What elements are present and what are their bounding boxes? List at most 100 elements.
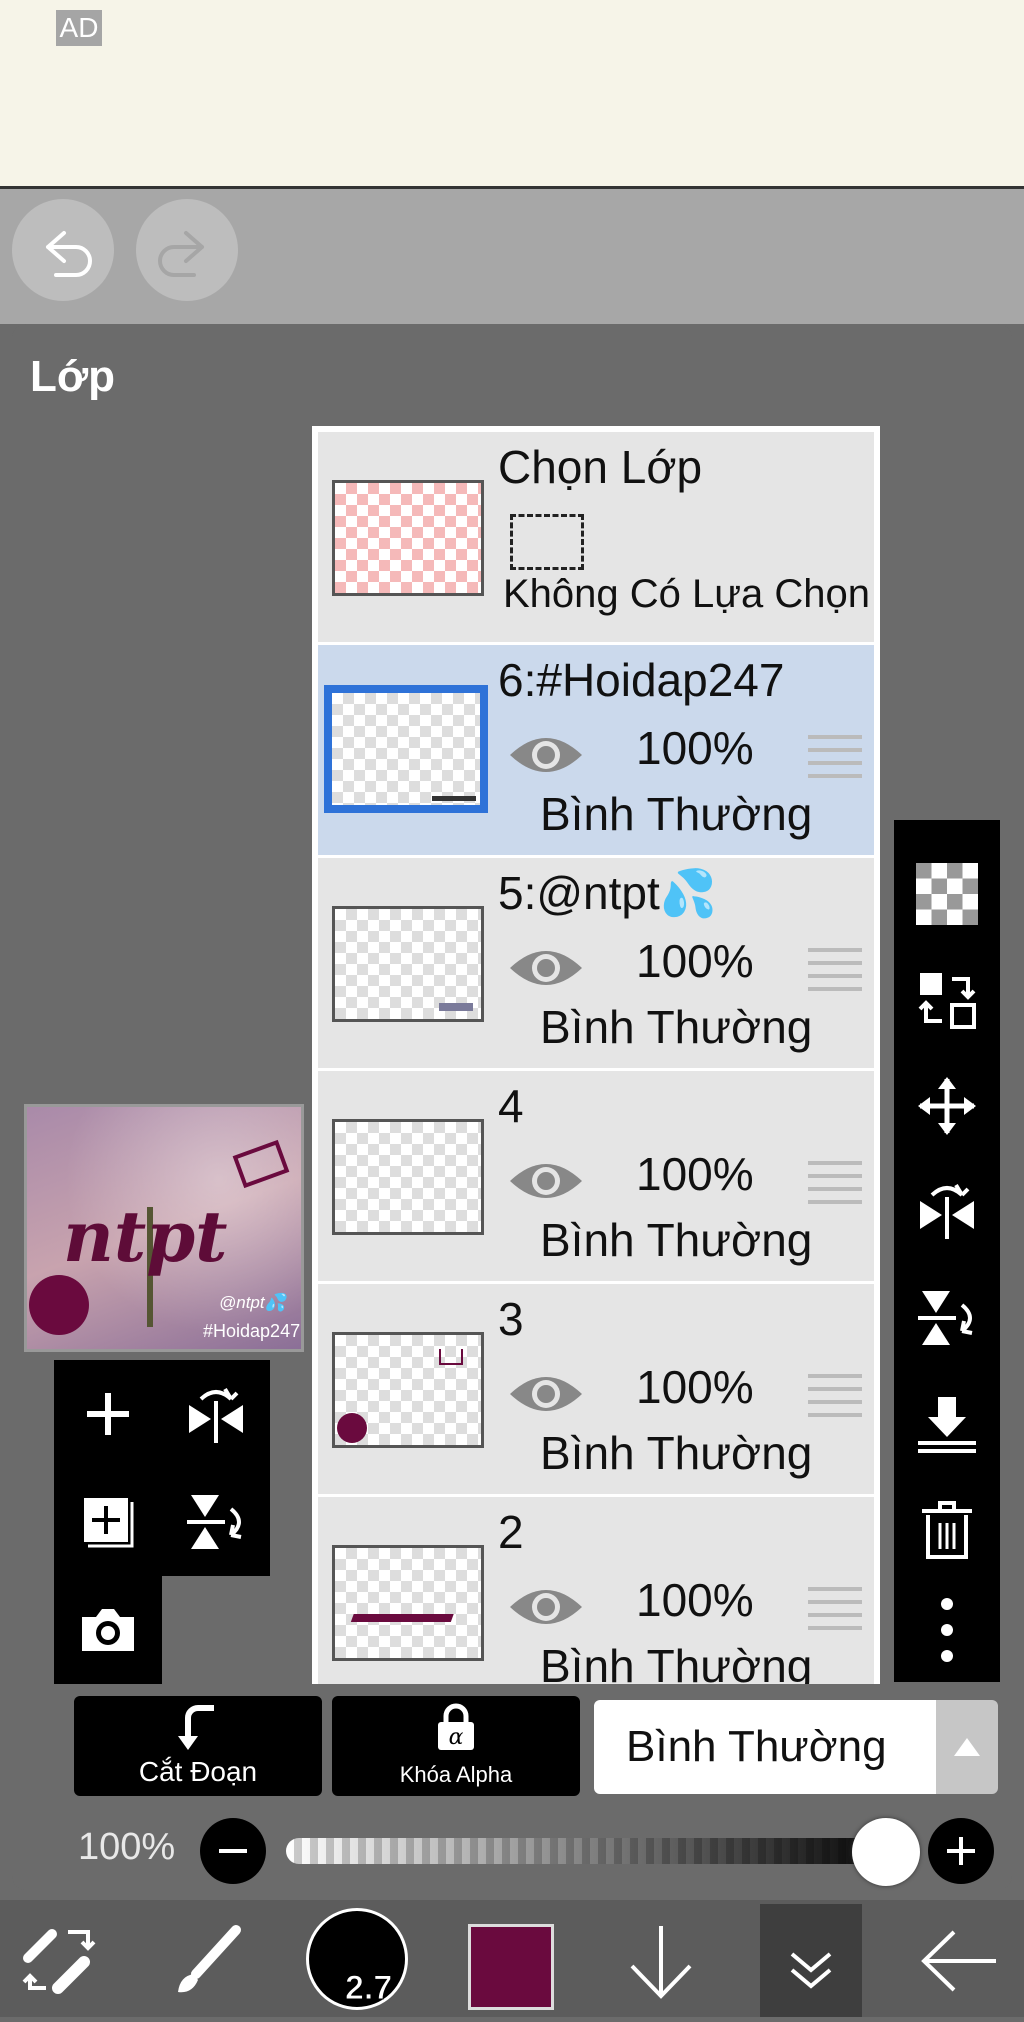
layer-thumbnail xyxy=(332,1119,484,1235)
visibility-eye-icon[interactable] xyxy=(506,1364,586,1424)
back-button[interactable] xyxy=(916,1918,1002,2004)
visibility-eye-icon[interactable] xyxy=(506,725,586,785)
duplicate-layer-button[interactable] xyxy=(54,1468,162,1576)
add-layer-button[interactable] xyxy=(54,1360,162,1468)
drag-handle-icon[interactable] xyxy=(808,948,862,1000)
merge-down-icon xyxy=(918,1397,976,1453)
svg-text:α: α xyxy=(449,1725,464,1750)
transparent-layer-button[interactable] xyxy=(894,844,1000,944)
ad-banner[interactable]: AD xyxy=(0,0,1024,189)
alpha-lock-button[interactable]: α Khóa Alpha xyxy=(332,1696,580,1796)
more-vertical-icon xyxy=(941,1598,953,1662)
blend-mode-dropdown-button[interactable] xyxy=(936,1700,998,1794)
layer-name: 4 xyxy=(498,1080,524,1132)
selection-marquee-icon xyxy=(510,514,584,570)
alpha-lock-label: Khóa Alpha xyxy=(399,1762,513,1787)
merge-down-button[interactable] xyxy=(894,1374,1000,1474)
layer-thumbnail xyxy=(332,1545,484,1661)
drag-handle-icon[interactable] xyxy=(808,735,862,787)
layer-blend-mode: Bình Thường xyxy=(540,1640,813,1684)
redo-button[interactable] xyxy=(136,199,238,301)
layer-name: 6:#Hoidap247 xyxy=(498,654,785,706)
preview-main-text: ntpt xyxy=(63,1195,228,1278)
transform-tool-button[interactable] xyxy=(18,1918,104,2004)
flip-vertical-button[interactable] xyxy=(162,1468,270,1576)
plus-icon xyxy=(87,1393,129,1435)
clipping-label: Cắt Đoạn xyxy=(138,1756,258,1787)
layer-row[interactable]: 4 100% Bình Thường xyxy=(318,1071,874,1284)
layer-row[interactable]: 3 100% Bình Thường xyxy=(318,1284,874,1497)
camera-button[interactable] xyxy=(54,1576,162,1684)
layer-actions-box xyxy=(54,1360,270,1576)
flip-horizontal-button[interactable] xyxy=(162,1360,270,1468)
redo-icon xyxy=(158,231,204,277)
drag-handle-icon[interactable] xyxy=(808,1161,862,1213)
layer-blend-mode: Bình Thường xyxy=(540,1427,813,1479)
brush-tool-button[interactable] xyxy=(166,1918,252,2004)
layer-name: 2 xyxy=(498,1506,524,1558)
duplicate-icon xyxy=(84,1498,134,1548)
layer-list[interactable]: Chọn Lớp Không Có Lựa Chọn 6:#Hoidap247 … xyxy=(312,426,880,1684)
preview-user-text: @ntpt💦 xyxy=(219,1293,286,1312)
layer-down-button[interactable] xyxy=(618,1918,704,2004)
triangle-up-icon xyxy=(954,1738,980,1756)
layer-name: 3 xyxy=(498,1293,524,1345)
opacity-decrease-button[interactable] xyxy=(200,1818,266,1884)
layer-thumbnail xyxy=(324,685,488,813)
layer-blend-mode: Bình Thường xyxy=(540,1001,813,1053)
flip-vertical-button[interactable] xyxy=(894,1268,1000,1368)
layers-toggle-button[interactable] xyxy=(760,1904,862,2017)
brush-size-value: 2.7 xyxy=(344,1969,393,2008)
flip-horizontal-button[interactable] xyxy=(894,1162,1000,1262)
selection-thumbnail xyxy=(332,480,484,596)
brush-size-button[interactable]: 2.7 xyxy=(306,1908,408,2010)
flip-vertical-icon xyxy=(187,1495,242,1549)
layer-opacity: 100% xyxy=(636,1574,754,1626)
layer-row[interactable]: 5:@ntpt💦 100% Bình Thường xyxy=(318,858,874,1071)
flip-horizontal-icon xyxy=(189,1387,243,1443)
brush-icon xyxy=(178,1925,241,1993)
layer-opacity: 100% xyxy=(636,935,754,987)
layer-blend-mode: Bình Thường xyxy=(540,788,813,840)
layer-row[interactable]: 6:#Hoidap247 100% Bình Thường xyxy=(318,645,874,858)
layer-opacity: 100% xyxy=(636,722,754,774)
color-swatch-button[interactable] xyxy=(468,1924,554,2010)
swap-layer-button[interactable] xyxy=(894,950,1000,1050)
undo-button[interactable] xyxy=(12,199,114,301)
minus-icon xyxy=(219,1849,247,1853)
layer-blend-mode: Bình Thường xyxy=(540,1214,813,1266)
layer-row[interactable]: 2 100% Bình Thường xyxy=(318,1497,874,1684)
move-button[interactable] xyxy=(894,1056,1000,1156)
opacity-slider-handle[interactable] xyxy=(852,1818,920,1886)
opacity-increase-button[interactable] xyxy=(928,1818,994,1884)
more-options-button[interactable] xyxy=(894,1580,1000,1680)
opacity-slider-track[interactable] xyxy=(286,1838,900,1864)
visibility-eye-icon[interactable] xyxy=(506,1577,586,1637)
layer-tools-toolbar xyxy=(894,820,1000,1682)
arrow-left-icon xyxy=(921,1930,996,1992)
selection-layer-row[interactable]: Chọn Lớp Không Có Lựa Chọn xyxy=(318,432,874,645)
drag-handle-icon[interactable] xyxy=(808,1374,862,1426)
layer-opacity: 100% xyxy=(636,1148,754,1200)
canvas-preview[interactable]: ntpt @ntpt💦 #Hoidap247 xyxy=(24,1104,304,1352)
drag-handle-icon[interactable] xyxy=(808,1587,862,1639)
clipping-button[interactable]: Cắt Đoạn xyxy=(74,1696,322,1796)
selection-layer-title: Chọn Lớp xyxy=(498,441,703,493)
plus-icon xyxy=(947,1837,975,1865)
delete-layer-button[interactable] xyxy=(894,1480,1000,1580)
selection-status: Không Có Lựa Chọn xyxy=(503,572,871,616)
camera-icon xyxy=(82,1609,134,1651)
ad-tag: AD xyxy=(56,10,102,46)
blend-mode-select[interactable]: Bình Thường xyxy=(594,1700,936,1794)
visibility-eye-icon[interactable] xyxy=(506,938,586,998)
double-chevron-down-icon xyxy=(790,1952,832,1989)
trash-icon xyxy=(922,1501,972,1559)
undo-icon xyxy=(46,231,92,277)
lock-icon: α xyxy=(438,1703,474,1750)
bottom-toolbar: 2.7 xyxy=(0,1900,1024,2017)
visibility-eye-icon[interactable] xyxy=(506,1151,586,1211)
top-bar xyxy=(0,189,1024,324)
layer-opacity: 100% xyxy=(636,1361,754,1413)
opacity-value: 100% xyxy=(78,1826,176,1868)
layer-name: 5:@ntpt💦 xyxy=(498,867,718,919)
